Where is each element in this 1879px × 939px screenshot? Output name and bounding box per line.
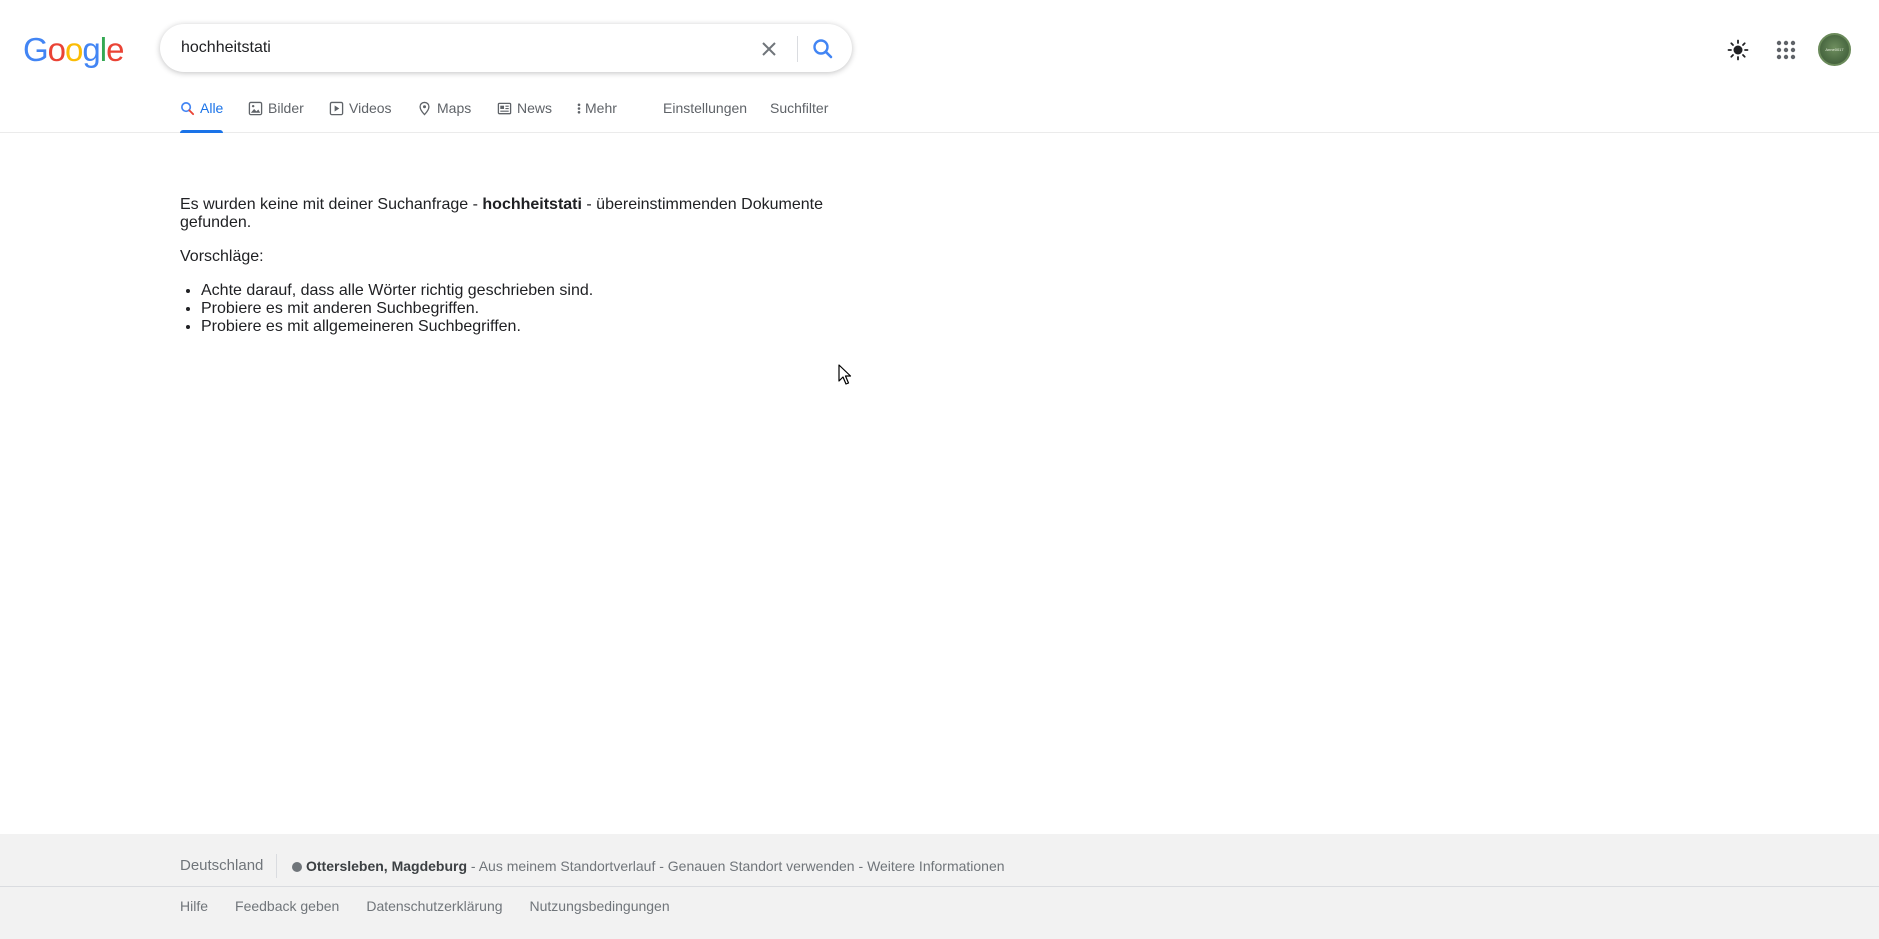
location-name: Ottersleben, Magdeburg <box>306 858 468 874</box>
video-icon <box>329 101 344 116</box>
search-filter-link[interactable]: Suchfilter <box>770 98 828 118</box>
logo-letter: o <box>65 31 83 68</box>
tab-mehr[interactable]: Mehr <box>576 98 617 132</box>
tab-label: Alle <box>200 100 224 116</box>
suggestion-item: Achte darauf, dass alle Wörter richtig g… <box>201 282 840 300</box>
tab-alle[interactable]: Alle <box>180 98 224 133</box>
no-results-panel: Es wurden keine mit deiner Suchanfrage -… <box>180 196 840 336</box>
precise-location-link[interactable]: Genauen Standort verwenden <box>668 858 855 874</box>
query-bold: hochheitstati <box>482 196 582 213</box>
suggestion-item: Probiere es mit anderen Suchbegriffen. <box>201 300 840 318</box>
settings-link[interactable]: Einstellungen <box>663 98 747 118</box>
search-divider <box>797 36 798 62</box>
tab-label: Maps <box>437 100 472 116</box>
suggestion-item: Probiere es mit allgemeineren Suchbegrif… <box>201 318 840 336</box>
clear-search-button[interactable] <box>757 37 781 61</box>
footer-divider <box>276 854 277 878</box>
account-avatar[interactable]: Anne0017 <box>1818 33 1851 66</box>
search-icon <box>181 102 195 116</box>
logo-letter: e <box>106 31 124 68</box>
google-logo[interactable]: Google <box>23 31 124 68</box>
tab-videos[interactable]: Videos <box>329 98 392 132</box>
tab-maps[interactable]: Maps <box>417 98 471 132</box>
search-box[interactable]: hochheitstati <box>160 24 852 72</box>
more-info-link[interactable]: Weitere Informationen <box>867 858 1004 874</box>
avatar-text: Anne0017 <box>1825 47 1844 52</box>
logo-letter: G <box>23 31 49 68</box>
tab-label: Bilder <box>268 100 304 116</box>
apps-grid-icon <box>1776 40 1796 60</box>
footer-location: Ottersleben, Magdeburg - Aus meinem Stan… <box>292 858 1005 874</box>
tab-bilder[interactable]: Bilder <box>248 98 304 132</box>
logo-letter: g <box>82 31 100 68</box>
footer-link-privacy[interactable]: Datenschutzerklärung <box>366 898 502 914</box>
map-pin-icon <box>419 101 430 116</box>
tab-news[interactable]: News <box>497 98 552 132</box>
footer: Deutschland Ottersleben, Magdeburg - Aus… <box>0 834 1879 939</box>
suggestions-title: Vorschläge: <box>180 248 264 265</box>
google-apps-button[interactable] <box>1773 37 1799 63</box>
footer-link-hilfe[interactable]: Hilfe <box>180 898 208 914</box>
sun-icon <box>1727 39 1749 61</box>
separator: - <box>854 858 868 874</box>
tab-label: News <box>517 100 553 116</box>
news-icon <box>497 102 512 115</box>
theme-toggle-button[interactable] <box>1725 37 1751 63</box>
footer-location-row: Deutschland Ottersleben, Magdeburg - Aus… <box>0 834 1879 887</box>
tab-label: Mehr <box>585 100 617 116</box>
image-icon <box>248 101 263 116</box>
separator: - <box>655 858 668 874</box>
footer-link-feedback[interactable]: Feedback geben <box>235 898 339 914</box>
footer-links: Hilfe Feedback geben Datenschutzerklärun… <box>180 898 670 914</box>
tab-label: Videos <box>349 100 392 116</box>
footer-link-terms[interactable]: Nutzungsbedingungen <box>530 898 670 914</box>
location-source-link[interactable]: Aus meinem Standortverlauf <box>479 858 656 874</box>
location-dot-icon <box>292 862 302 872</box>
close-icon <box>762 42 776 56</box>
suggestions-list: Achte darauf, dass alle Wörter richtig g… <box>201 282 840 336</box>
footer-country: Deutschland <box>180 857 264 874</box>
search-input[interactable]: hochheitstati <box>181 39 271 57</box>
no-results-prefix: Es wurden keine mit deiner Suchanfrage - <box>180 196 483 213</box>
no-results-message: Es wurden keine mit deiner Suchanfrage -… <box>180 196 840 232</box>
search-button[interactable] <box>810 36 836 62</box>
more-vert-icon <box>577 103 581 114</box>
logo-letter: o <box>47 31 66 68</box>
separator: - <box>467 858 479 874</box>
mouse-cursor-icon <box>838 364 852 385</box>
search-icon <box>813 39 833 59</box>
search-tabs: Alle Bilder Videos Maps News Mehr Einste… <box>0 98 1879 133</box>
